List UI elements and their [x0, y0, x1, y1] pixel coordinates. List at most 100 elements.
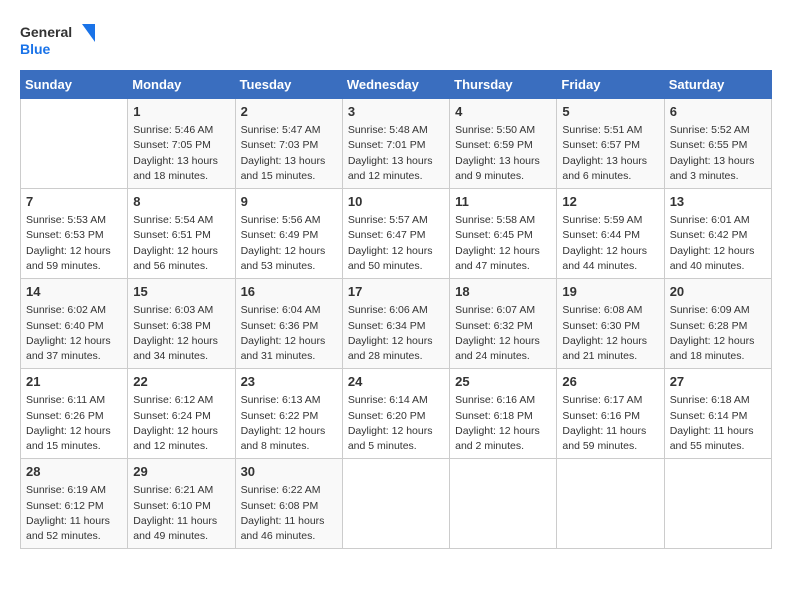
- day-info: Sunrise: 6:16 AMSunset: 6:18 PMDaylight:…: [455, 393, 551, 454]
- calendar-cell: 14 Sunrise: 6:02 AMSunset: 6:40 PMDayligh…: [21, 279, 128, 369]
- page-header: GeneralBlue: [20, 20, 772, 60]
- day-number: 24: [348, 373, 444, 391]
- calendar-cell: 28 Sunrise: 6:19 AMSunset: 6:12 PMDayligh…: [21, 459, 128, 549]
- logo: GeneralBlue: [20, 20, 100, 60]
- day-number: 9: [241, 193, 337, 211]
- calendar-cell: 22 Sunrise: 6:12 AMSunset: 6:24 PMDayligh…: [128, 369, 235, 459]
- day-number: 10: [348, 193, 444, 211]
- calendar-cell: 20 Sunrise: 6:09 AMSunset: 6:28 PMDayligh…: [664, 279, 771, 369]
- day-info: Sunrise: 6:01 AMSunset: 6:42 PMDaylight:…: [670, 213, 766, 274]
- day-info: Sunrise: 6:12 AMSunset: 6:24 PMDaylight:…: [133, 393, 229, 454]
- day-number: 12: [562, 193, 658, 211]
- calendar-cell: 6 Sunrise: 5:52 AMSunset: 6:55 PMDaylight…: [664, 99, 771, 189]
- calendar-cell: 27 Sunrise: 6:18 AMSunset: 6:14 PMDayligh…: [664, 369, 771, 459]
- day-info: Sunrise: 6:03 AMSunset: 6:38 PMDaylight:…: [133, 303, 229, 364]
- day-number: 13: [670, 193, 766, 211]
- day-number: 27: [670, 373, 766, 391]
- day-number: 6: [670, 103, 766, 121]
- day-number: 14: [26, 283, 122, 301]
- day-info: Sunrise: 5:46 AMSunset: 7:05 PMDaylight:…: [133, 123, 229, 184]
- day-info: Sunrise: 5:58 AMSunset: 6:45 PMDaylight:…: [455, 213, 551, 274]
- calendar-cell: 7Sunrise: 5:53 AMSunset: 6:53 PMDaylight…: [21, 189, 128, 279]
- day-info: Sunrise: 5:56 AMSunset: 6:49 PMDaylight:…: [241, 213, 337, 274]
- weekday-header: Tuesday: [235, 71, 342, 99]
- calendar-cell: 1Sunrise: 5:46 AMSunset: 7:05 PMDaylight…: [128, 99, 235, 189]
- weekday-header: Friday: [557, 71, 664, 99]
- calendar-cell: 15 Sunrise: 6:03 AMSunset: 6:38 PMDayligh…: [128, 279, 235, 369]
- calendar-cell: 9 Sunrise: 5:56 AMSunset: 6:49 PMDaylight…: [235, 189, 342, 279]
- day-number: 15: [133, 283, 229, 301]
- calendar-week-row: 21 Sunrise: 6:11 AMSunset: 6:26 PMDayligh…: [21, 369, 772, 459]
- day-number: 17: [348, 283, 444, 301]
- day-info: Sunrise: 6:14 AMSunset: 6:20 PMDaylight:…: [348, 393, 444, 454]
- calendar-week-row: 28 Sunrise: 6:19 AMSunset: 6:12 PMDayligh…: [21, 459, 772, 549]
- calendar-cell: 24 Sunrise: 6:14 AMSunset: 6:20 PMDayligh…: [342, 369, 449, 459]
- calendar-cell: 23 Sunrise: 6:13 AMSunset: 6:22 PMDayligh…: [235, 369, 342, 459]
- day-number: 20: [670, 283, 766, 301]
- day-number: 23: [241, 373, 337, 391]
- calendar-cell: 10Sunrise: 5:57 AMSunset: 6:47 PMDayligh…: [342, 189, 449, 279]
- calendar-cell: [21, 99, 128, 189]
- calendar-cell: 26 Sunrise: 6:17 AMSunset: 6:16 PMDayligh…: [557, 369, 664, 459]
- logo-svg: GeneralBlue: [20, 20, 100, 60]
- day-number: 11: [455, 193, 551, 211]
- day-info: Sunrise: 6:08 AMSunset: 6:30 PMDaylight:…: [562, 303, 658, 364]
- calendar-cell: 5 Sunrise: 5:51 AMSunset: 6:57 PMDaylight…: [557, 99, 664, 189]
- weekday-header: Thursday: [450, 71, 557, 99]
- day-info: Sunrise: 6:11 AMSunset: 6:26 PMDaylight:…: [26, 393, 122, 454]
- calendar-cell: [664, 459, 771, 549]
- weekday-header: Wednesday: [342, 71, 449, 99]
- day-number: 2: [241, 103, 337, 121]
- day-info: Sunrise: 6:02 AMSunset: 6:40 PMDaylight:…: [26, 303, 122, 364]
- day-info: Sunrise: 6:21 AMSunset: 6:10 PMDaylight:…: [133, 483, 229, 544]
- calendar-cell: 13 Sunrise: 6:01 AMSunset: 6:42 PMDayligh…: [664, 189, 771, 279]
- calendar-cell: 2 Sunrise: 5:47 AMSunset: 7:03 PMDaylight…: [235, 99, 342, 189]
- day-number: 19: [562, 283, 658, 301]
- svg-text:General: General: [20, 24, 72, 40]
- day-number: 16: [241, 283, 337, 301]
- calendar-cell: 30Sunrise: 6:22 AMSunset: 6:08 PMDayligh…: [235, 459, 342, 549]
- day-info: Sunrise: 6:18 AMSunset: 6:14 PMDaylight:…: [670, 393, 766, 454]
- day-number: 22: [133, 373, 229, 391]
- calendar-week-row: 14 Sunrise: 6:02 AMSunset: 6:40 PMDayligh…: [21, 279, 772, 369]
- calendar-cell: 17 Sunrise: 6:06 AMSunset: 6:34 PMDayligh…: [342, 279, 449, 369]
- day-info: Sunrise: 5:50 AMSunset: 6:59 PMDaylight:…: [455, 123, 551, 184]
- day-number: 7: [26, 193, 122, 211]
- calendar-cell: 21 Sunrise: 6:11 AMSunset: 6:26 PMDayligh…: [21, 369, 128, 459]
- day-info: Sunrise: 6:17 AMSunset: 6:16 PMDaylight:…: [562, 393, 658, 454]
- day-number: 4: [455, 103, 551, 121]
- day-number: 29: [133, 463, 229, 481]
- day-number: 28: [26, 463, 122, 481]
- calendar-cell: 11 Sunrise: 5:58 AMSunset: 6:45 PMDayligh…: [450, 189, 557, 279]
- calendar-week-row: 1Sunrise: 5:46 AMSunset: 7:05 PMDaylight…: [21, 99, 772, 189]
- day-info: Sunrise: 6:06 AMSunset: 6:34 PMDaylight:…: [348, 303, 444, 364]
- calendar-cell: [450, 459, 557, 549]
- calendar-cell: 29 Sunrise: 6:21 AMSunset: 6:10 PMDayligh…: [128, 459, 235, 549]
- day-number: 8: [133, 193, 229, 211]
- calendar-cell: 25Sunrise: 6:16 AMSunset: 6:18 PMDayligh…: [450, 369, 557, 459]
- day-info: Sunrise: 5:48 AMSunset: 7:01 PMDaylight:…: [348, 123, 444, 184]
- weekday-header-row: SundayMondayTuesdayWednesdayThursdayFrid…: [21, 71, 772, 99]
- weekday-header: Sunday: [21, 71, 128, 99]
- day-number: 18: [455, 283, 551, 301]
- svg-text:Blue: Blue: [20, 41, 51, 57]
- day-info: Sunrise: 6:19 AMSunset: 6:12 PMDaylight:…: [26, 483, 122, 544]
- day-info: Sunrise: 5:51 AMSunset: 6:57 PMDaylight:…: [562, 123, 658, 184]
- day-info: Sunrise: 5:52 AMSunset: 6:55 PMDaylight:…: [670, 123, 766, 184]
- calendar-cell: 4 Sunrise: 5:50 AMSunset: 6:59 PMDaylight…: [450, 99, 557, 189]
- day-info: Sunrise: 5:47 AMSunset: 7:03 PMDaylight:…: [241, 123, 337, 184]
- day-info: Sunrise: 5:59 AMSunset: 6:44 PMDaylight:…: [562, 213, 658, 274]
- calendar-cell: 8 Sunrise: 5:54 AMSunset: 6:51 PMDaylight…: [128, 189, 235, 279]
- day-info: Sunrise: 5:54 AMSunset: 6:51 PMDaylight:…: [133, 213, 229, 274]
- calendar-cell: 3Sunrise: 5:48 AMSunset: 7:01 PMDaylight…: [342, 99, 449, 189]
- weekday-header: Monday: [128, 71, 235, 99]
- day-info: Sunrise: 6:07 AMSunset: 6:32 PMDaylight:…: [455, 303, 551, 364]
- day-info: Sunrise: 6:09 AMSunset: 6:28 PMDaylight:…: [670, 303, 766, 364]
- calendar-cell: 16Sunrise: 6:04 AMSunset: 6:36 PMDayligh…: [235, 279, 342, 369]
- day-number: 21: [26, 373, 122, 391]
- day-info: Sunrise: 6:22 AMSunset: 6:08 PMDaylight:…: [241, 483, 337, 544]
- calendar-cell: 19 Sunrise: 6:08 AMSunset: 6:30 PMDayligh…: [557, 279, 664, 369]
- day-info: Sunrise: 6:13 AMSunset: 6:22 PMDaylight:…: [241, 393, 337, 454]
- day-number: 5: [562, 103, 658, 121]
- day-number: 26: [562, 373, 658, 391]
